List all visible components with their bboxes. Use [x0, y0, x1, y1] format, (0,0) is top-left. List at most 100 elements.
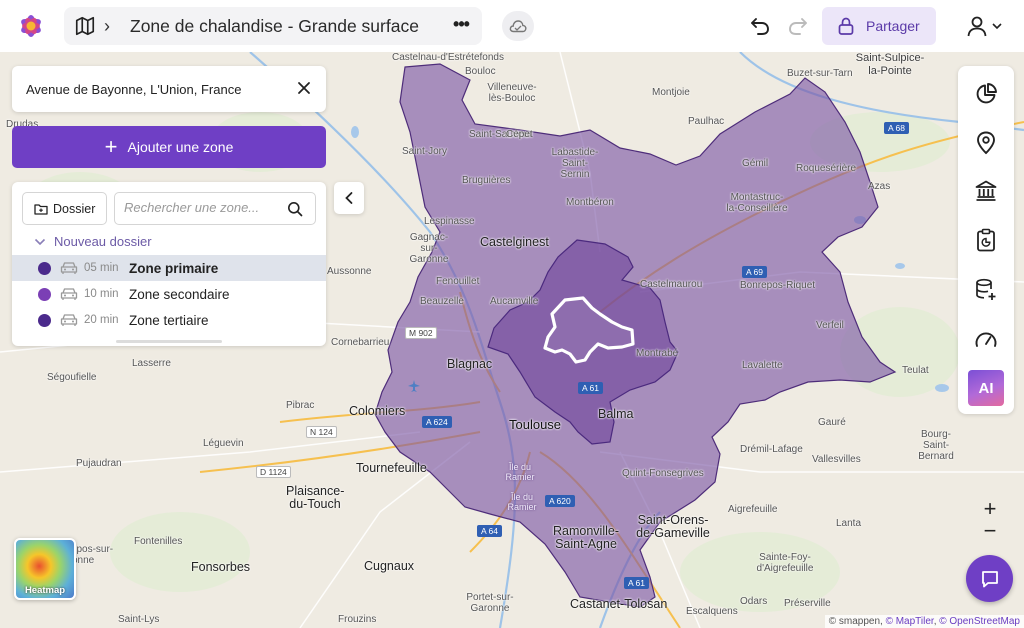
points-of-interest-button[interactable] [972, 129, 1000, 157]
place-aigrefeuille: Aigrefeuille [728, 504, 778, 515]
user-icon [967, 16, 987, 37]
zone-name: Zone secondaire [129, 286, 230, 302]
zone-time: 10 min [84, 288, 119, 300]
analytics-button[interactable] [972, 80, 1000, 108]
zone-row-primaire[interactable]: 05 min Zone primaire [12, 255, 326, 281]
place-montrabe: Montrabé [636, 348, 679, 359]
institutions-button[interactable] [972, 177, 1000, 205]
place-saint-sulpice: Saint-Sulpice-la-Pointe [855, 52, 925, 77]
chat-support-button[interactable] [966, 555, 1013, 602]
project-title[interactable]: Zone de chalandise - Grande surface [130, 16, 419, 37]
road-a61-south: A 61 [624, 577, 650, 589]
ai-assistant-button[interactable]: AI [968, 370, 1004, 406]
zone-name: Zone primaire [129, 260, 219, 276]
add-zone-button[interactable]: + Ajouter une zone [12, 126, 326, 168]
speed-settings-button[interactable] [972, 325, 1000, 353]
place-castanet: Castanet-Tolosan [570, 597, 668, 611]
place-buzet: Buzet-sur-Tarn [787, 68, 853, 79]
place-ile-ramier: Île du Ramier [505, 462, 535, 482]
zone-color-dot [38, 261, 51, 275]
project-title-bar: › Zone de chalandise - Grande surface ••… [64, 7, 482, 45]
place-lasserre: Lasserre [132, 358, 171, 369]
folder-name: Nouveau dossier [54, 234, 152, 249]
close-icon[interactable] [296, 80, 312, 96]
place-villeneuve: Villeneuve-lès-Bouloc [487, 82, 537, 104]
smappen-logo-icon[interactable] [14, 9, 48, 43]
place-bruguieres: Bruguières [462, 175, 511, 186]
undo-icon[interactable] [748, 14, 772, 38]
share-button[interactable]: Partager [822, 7, 936, 45]
zone-row-secondaire[interactable]: 10 min Zone secondaire [12, 281, 326, 307]
import-data-button[interactable] [972, 276, 1000, 304]
place-blagnac: Blagnac [447, 357, 493, 371]
institution-icon [975, 180, 997, 201]
zone-name: Zone tertiaire [129, 312, 209, 328]
speedometer-icon [975, 332, 997, 347]
place-leguevin: Léguevin [203, 438, 244, 449]
new-folder-button[interactable]: Dossier [22, 192, 107, 225]
place-vallesvilles: Vallesvilles [812, 454, 861, 465]
plus-icon: + [104, 134, 118, 159]
location-pin-icon [977, 131, 995, 155]
place-montastruc: Montastruc-la-Conseillère [726, 192, 788, 214]
panel-scrollbar[interactable] [116, 340, 222, 343]
place-labastide: Labastide-Saint-Sernin [551, 147, 599, 180]
place-ile-ramier-south: Île du Ramier [507, 492, 537, 512]
place-cepet: Cépet [506, 129, 533, 140]
place-gemil: Gémil [742, 158, 769, 169]
attribution-osm[interactable]: © OpenStreetMap [939, 616, 1020, 627]
chevron-down-icon [992, 23, 1002, 30]
road-n124: N 124 [306, 426, 337, 438]
heatmap-toggle[interactable]: Heatmap [14, 538, 76, 600]
place-bouloc: Bouloc [465, 66, 496, 77]
report-button[interactable] [972, 226, 1000, 254]
car-icon [60, 288, 78, 300]
folder-button-label: Dossier [53, 201, 96, 216]
map-icon[interactable] [74, 15, 96, 37]
share-label: Partager [866, 18, 920, 34]
top-bar: › Zone de chalandise - Grande surface ••… [0, 0, 1024, 52]
place-montjoie: Montjoie [652, 87, 690, 98]
place-lespinasse: Lespinasse [424, 216, 475, 227]
zone-row-tertiaire[interactable]: 20 min Zone tertiaire [12, 307, 326, 333]
zoom-in-button[interactable]: + [976, 498, 1004, 520]
zone-time: 20 min [84, 314, 119, 326]
folder-header[interactable]: Nouveau dossier [34, 234, 152, 249]
place-balma: Balma [598, 407, 634, 421]
attribution-maptiler[interactable]: © MapTiler [886, 616, 934, 627]
zoom-out-button[interactable]: − [976, 520, 1004, 542]
place-aucamville: Aucamville [490, 296, 539, 307]
car-icon [60, 262, 78, 274]
place-cugnaux: Cugnaux [364, 559, 415, 573]
place-aussonne: Aussonne [327, 266, 372, 277]
zone-color-dot [38, 287, 51, 301]
place-odars: Odars [740, 596, 768, 607]
more-options-button[interactable]: ••• [448, 13, 474, 39]
zone-search-box[interactable] [114, 192, 316, 225]
place-ramonville: Ramonville-Saint-Agne [553, 524, 619, 551]
place-castelnau: Castelnau-d'Estrétefonds [392, 52, 504, 63]
address-value[interactable]: Avenue de Bayonne, L'Union, France [26, 82, 241, 97]
place-saint-lys: Saint-Lys [118, 614, 160, 625]
place-preserville: Préserville [784, 598, 831, 609]
place-azas: Azas [868, 181, 891, 192]
cloud-icon [509, 20, 527, 33]
lock-icon [838, 17, 854, 35]
place-verfeil: Verfeil [816, 320, 844, 331]
user-menu-button[interactable] [966, 14, 1006, 38]
chevron-left-icon [345, 192, 353, 204]
cloud-sync-button[interactable] [502, 11, 534, 41]
add-zone-label: Ajouter une zone [127, 139, 234, 155]
address-search-card[interactable]: Avenue de Bayonne, L'Union, France [12, 66, 326, 112]
search-icon[interactable] [287, 201, 303, 217]
road-d1124: D 1124 [256, 466, 291, 478]
collapse-panel-button[interactable] [334, 182, 364, 214]
right-toolbar: AI [958, 66, 1014, 414]
airport-icon [408, 380, 420, 392]
place-castelmaurou: Castelmaurou [640, 279, 703, 290]
place-lanta: Lanta [836, 518, 862, 529]
place-paulhac: Paulhac [688, 116, 725, 127]
redo-icon[interactable] [786, 14, 810, 38]
zone-search-input[interactable] [124, 200, 284, 215]
road-a69: A 69 [742, 266, 768, 278]
